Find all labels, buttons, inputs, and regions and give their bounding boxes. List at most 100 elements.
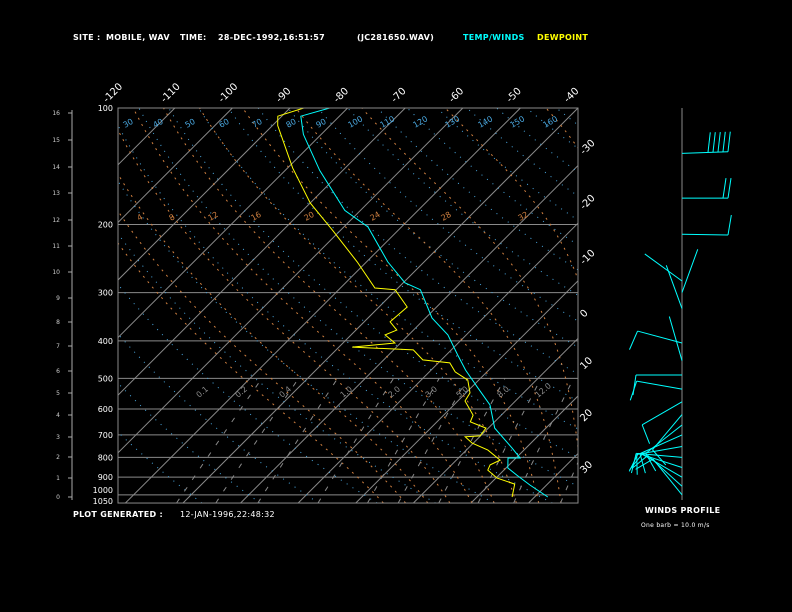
isotherm-line <box>528 452 578 503</box>
dry-adiabat-line <box>377 108 578 271</box>
dry-adiabat-line <box>496 108 578 173</box>
mixing-ratio-line <box>477 378 542 503</box>
pressure-tick-label: 400 <box>98 337 113 346</box>
mixing-ratio-label: 2.0 <box>387 384 403 399</box>
height-tick-label: 8 <box>56 319 60 326</box>
isotherm-line <box>413 337 578 503</box>
height-tick-label: 9 <box>56 295 60 302</box>
mixing-ratio-label: 3.0 <box>424 384 440 399</box>
dry-adiabat-line <box>347 108 578 296</box>
dry-adiabat-label: 160 <box>542 114 560 129</box>
wind-barb-flag <box>727 131 731 152</box>
mixing-ratio-label: 0.1 <box>195 384 211 399</box>
height-tick-label: 7 <box>56 343 60 350</box>
isotherm-label-right: -20 <box>578 193 597 212</box>
wind-barb-staff <box>644 253 683 282</box>
dry-adiabat-line <box>198 108 578 430</box>
pressure-tick-label: 600 <box>98 405 113 414</box>
pressure-tick-label: 800 <box>98 453 113 462</box>
isotherm-label-right: 10 <box>578 355 595 372</box>
mixing-ratio-line <box>513 378 575 503</box>
moist-adiabat-line <box>295 108 562 503</box>
dry-adiabat-line <box>257 108 578 375</box>
wind-barb-staff <box>636 380 683 390</box>
dewpoint-profile <box>277 108 516 498</box>
pressure-tick-label: 700 <box>98 431 113 440</box>
pressure-tick-label: 1050 <box>93 497 113 506</box>
dry-adiabat-line <box>646 108 792 503</box>
skew-t-chart: 30 40 50 60 70 80 90 100 110 120 130 140 150 1604 8 12 1… <box>0 81 792 506</box>
moist-adiabat-label: 12 <box>207 210 220 223</box>
mixing-ratio-line <box>176 378 263 503</box>
isotherm-label-right: -30 <box>578 138 597 157</box>
isotherm-line <box>240 164 578 503</box>
height-tick-label: 14 <box>52 164 60 171</box>
height-tick-label: 11 <box>52 243 60 250</box>
moist-adiabat-label: 8 <box>168 212 177 222</box>
dry-adiabat-label: 90 <box>315 117 328 130</box>
isotherm-line <box>0 108 60 503</box>
isotherm-line <box>118 108 291 281</box>
dry-adiabat-line <box>138 108 578 487</box>
moist-adiabat-label: 24 <box>369 210 382 223</box>
isotherm-label-top: -120 <box>101 81 125 105</box>
dry-adiabat-label: 40 <box>152 117 165 130</box>
dry-adiabat-line <box>227 108 578 402</box>
dry-adiabat-label: 100 <box>347 114 365 129</box>
dry-adiabat-line <box>168 108 578 458</box>
moist-adiabat-line <box>242 108 540 503</box>
moist-adiabat-line <box>118 173 429 503</box>
wind-barb-flag <box>727 178 732 199</box>
height-tick-label: 16 <box>52 110 60 117</box>
isotherm-line <box>355 280 578 503</box>
mixing-ratio-line <box>317 378 394 503</box>
dry-adiabat-line <box>406 108 578 246</box>
dry-adiabat-line <box>118 431 203 503</box>
dry-adiabat-line <box>616 108 792 503</box>
temperature-profile <box>300 108 549 498</box>
moist-adiabat-line <box>118 129 451 503</box>
height-tick-label: 3 <box>56 434 60 441</box>
isotherm-line <box>118 108 233 224</box>
isotherm-label-right: -10 <box>578 248 597 267</box>
wind-barb-flag <box>707 132 711 153</box>
height-tick-label: 1 <box>56 475 60 482</box>
moist-adiabat-label: 16 <box>250 210 263 223</box>
height-tick-label: 0 <box>56 494 60 501</box>
dry-adiabat-line <box>118 124 553 503</box>
dry-adiabat-line <box>586 108 792 503</box>
wind-barb-staff <box>639 434 683 455</box>
height-tick-label: 15 <box>52 137 60 144</box>
isotherm-line <box>297 222 578 503</box>
dry-adiabat-label: 70 <box>251 117 264 130</box>
height-tick-label: 4 <box>56 412 60 419</box>
isotherm-line <box>118 108 176 166</box>
dry-adiabat-line <box>676 108 792 503</box>
height-tick-label: 13 <box>52 190 60 197</box>
dry-adiabat-label: 80 <box>285 117 298 130</box>
dry-adiabat-line <box>287 108 578 348</box>
height-tick-label: 12 <box>52 217 60 224</box>
moist-adiabat-line <box>644 108 667 503</box>
isotherm-label-right: 0 <box>578 308 590 320</box>
wind-barb-staff <box>681 249 699 293</box>
wind-barb-staff <box>636 446 683 455</box>
wind-barb-staff <box>652 458 683 496</box>
isotherm-label-top: -50 <box>505 86 524 105</box>
wind-barb-flag <box>641 424 651 444</box>
isotherm-line <box>701 108 792 503</box>
dry-adiabat-line <box>118 382 261 503</box>
isotherm-line <box>182 108 578 503</box>
wind-barb-flag <box>629 330 639 350</box>
mixing-ratio-line <box>438 378 506 503</box>
pressure-tick-label: 100 <box>98 104 113 113</box>
height-tick-label: 10 <box>52 269 60 276</box>
moist-adiabat-line <box>118 242 384 503</box>
height-tick-label: 5 <box>56 390 60 397</box>
wind-barb-flag <box>722 178 727 199</box>
isotherm-label-top: -60 <box>447 86 466 105</box>
mixing-ratio-label: 0.2 <box>234 384 250 399</box>
isotherm-line <box>118 108 464 454</box>
mixing-ratio-label: 1.0 <box>339 384 355 399</box>
mixing-ratio-label: 0.4 <box>278 384 294 399</box>
